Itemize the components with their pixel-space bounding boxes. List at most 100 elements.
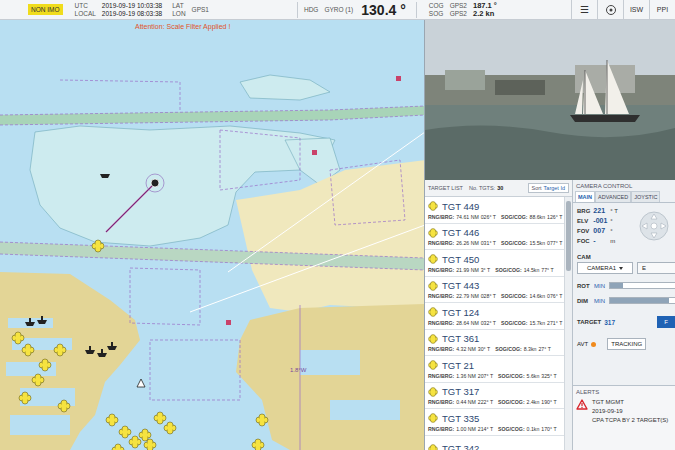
heading-source: GYRO (1): [324, 6, 353, 13]
slider-track[interactable]: [609, 282, 675, 289]
tool-button[interactable]: ISW: [623, 0, 649, 20]
target-bearing: 3° T: [481, 267, 490, 273]
follow-button[interactable]: F: [657, 316, 675, 328]
target-pin[interactable]: [39, 359, 51, 371]
target-range: 21.99 NM: [456, 267, 479, 273]
target-row[interactable]: TGT 317RNG/BRG:0.44 NM222° TSOG/COG:2.4k…: [425, 383, 564, 410]
target-icon: [428, 387, 438, 397]
avt-label: AVT: [577, 341, 588, 347]
target-bearing: 031° T: [481, 240, 496, 246]
speed-course-label: SOG/COG:: [498, 399, 525, 405]
settings-button[interactable]: [597, 0, 623, 20]
target-name: TGT 124: [442, 307, 479, 318]
camera-side-button[interactable]: E: [637, 262, 675, 274]
camera-dropdown[interactable]: CAMERA1: [577, 262, 633, 274]
vessel[interactable]: [97, 349, 107, 357]
divider: [297, 2, 298, 18]
target-pin[interactable]: [129, 436, 141, 448]
target-row[interactable]: TGT 450RNG/BRG:21.99 NM3° TSOG/COG:14.5k…: [425, 250, 564, 277]
position-label: LAT: [172, 2, 185, 10]
target-row[interactable]: TGT 449RNG/BRG:74.61 NM026° TSOG/COG:88.…: [425, 197, 564, 224]
target-details: RNG/BRG:26.26 NM031° TSOG/COG:15.5kn077°…: [428, 240, 562, 246]
target-speed: 88.6kn: [530, 214, 546, 220]
scrollbar-thumb[interactable]: [566, 201, 571, 271]
target-row[interactable]: TGT 443RNG/BRG:22.79 NM028° TSOG/COG:14.…: [425, 277, 564, 304]
tool-button[interactable]: PPI: [649, 0, 675, 20]
tool-label: ISW: [630, 6, 643, 13]
camera-tab[interactable]: JOYSTIC: [631, 191, 660, 202]
reading-value: -: [593, 237, 607, 244]
time-value: 2019-09-19 10:03:38: [102, 2, 162, 10]
target-pin[interactable]: [164, 422, 176, 434]
target-details: RNG/BRG:22.79 NM028° TSOG/COG:14.6kn076°…: [428, 293, 562, 299]
target-pin[interactable]: [256, 414, 268, 426]
target-row[interactable]: TGT 335RNG/BRG:1.00 NM214° TSOG/COG:0.1k…: [425, 409, 564, 436]
vessel[interactable]: [85, 346, 95, 354]
target-bearing: 032° T: [481, 320, 496, 326]
joystick-pad-icon[interactable]: [639, 211, 669, 241]
alert-date: 2019-09-19: [592, 408, 668, 415]
target-name: TGT 450: [442, 254, 479, 265]
slider-min-label: MIN: [594, 283, 606, 289]
target-pin[interactable]: [22, 344, 34, 356]
target-pin[interactable]: [119, 426, 131, 438]
vessel[interactable]: [107, 342, 117, 350]
target-course: 126° T: [547, 214, 562, 220]
speed-course-label: SOG/COG:: [495, 267, 522, 273]
camera-side-button-label: E: [642, 265, 646, 271]
target-pin[interactable]: [54, 344, 66, 356]
target-pin[interactable]: [12, 332, 24, 344]
range-bearing-label: RNG/BRG:: [428, 399, 454, 405]
slider-row: ROTMIN: [573, 282, 675, 289]
speed-course-label: SOG/COG:: [498, 373, 525, 379]
target-pin[interactable]: [19, 392, 31, 404]
alert-item[interactable]: TGT MGMT2019-09-19CPA TCPA BY 2 TARGET(S…: [576, 399, 672, 424]
target-course: 27° T: [538, 346, 550, 352]
land: [236, 304, 425, 450]
target-row[interactable]: TGT 342: [425, 436, 564, 450]
time-label: UTC: [75, 2, 96, 10]
target-speed: 0.1kn: [527, 426, 540, 432]
target-pin[interactable]: [92, 240, 104, 252]
scale-warning: Attention: Scale Filter Applied !: [135, 23, 230, 30]
target-list-header: TARGET LISTNo. TGTS:30SortTarget Id: [425, 180, 572, 197]
alerts-title: ALERTS: [576, 389, 672, 395]
vessel[interactable]: [25, 318, 35, 326]
chart-map[interactable]: Attention: Scale Filter Applied !1.8°W: [0, 20, 425, 450]
target-icon: [428, 228, 438, 238]
position-source: GPS1: [192, 6, 209, 13]
target-pin[interactable]: [32, 374, 44, 386]
camera-tab[interactable]: ADVANCED: [595, 191, 631, 202]
target-details: RNG/BRG:28.64 NM032° TSOG/COG:15.7kn271°…: [428, 320, 562, 326]
avt-status-dot: [591, 342, 596, 347]
target-row[interactable]: TGT 124 RNG/BRG:28.64 NM032° TSOG/COG:15.…: [425, 303, 564, 330]
target-value: 317: [604, 319, 615, 326]
right-panel: TARGET LISTNo. TGTS:30SortTarget IdTGT 4…: [425, 20, 675, 450]
target-row[interactable]: TGT 361RNG/BRG:4.32 NM30° TSOG/COG:8.3kn…: [425, 330, 564, 357]
tracking-button[interactable]: TRACKING: [607, 338, 646, 350]
camera-tab[interactable]: MAIN: [575, 191, 595, 202]
time-block: UTC2019-09-19 10:03:38LOCAL2019-09-19 08…: [75, 2, 163, 18]
range-bearing-label: RNG/BRG:: [428, 373, 454, 379]
time-value: 2019-09-19 08:03:38: [102, 10, 162, 18]
slider-track[interactable]: [609, 297, 675, 304]
target-row[interactable]: TGT 21RNG/BRG:1.36 NM207° TSOG/COG:5.6kn…: [425, 356, 564, 383]
target-pin[interactable]: [154, 412, 166, 424]
vessel[interactable]: [37, 316, 47, 324]
target-row[interactable]: TGT 446RNG/BRG:26.26 NM031° TSOG/COG:15.…: [425, 224, 564, 251]
target-circle-icon: [605, 4, 617, 16]
camera-label: CAM: [573, 244, 675, 262]
target-pin[interactable]: [139, 429, 151, 441]
range-bearing-label: RNG/BRG:: [428, 320, 454, 326]
menu-button[interactable]: ☰: [571, 0, 597, 20]
scrollbar[interactable]: [564, 197, 572, 450]
sort-button[interactable]: SortTarget Id: [528, 183, 570, 193]
ship-class-badge: NON IMO: [28, 4, 63, 15]
target-pin[interactable]: [252, 439, 264, 450]
target-pin[interactable]: [106, 414, 118, 426]
warning-triangle-icon: [576, 399, 588, 410]
follow-button-label: F: [664, 319, 668, 325]
target-pin[interactable]: [112, 444, 124, 450]
target-speed: 14.5kn: [524, 267, 540, 273]
target-pin[interactable]: [58, 400, 70, 412]
